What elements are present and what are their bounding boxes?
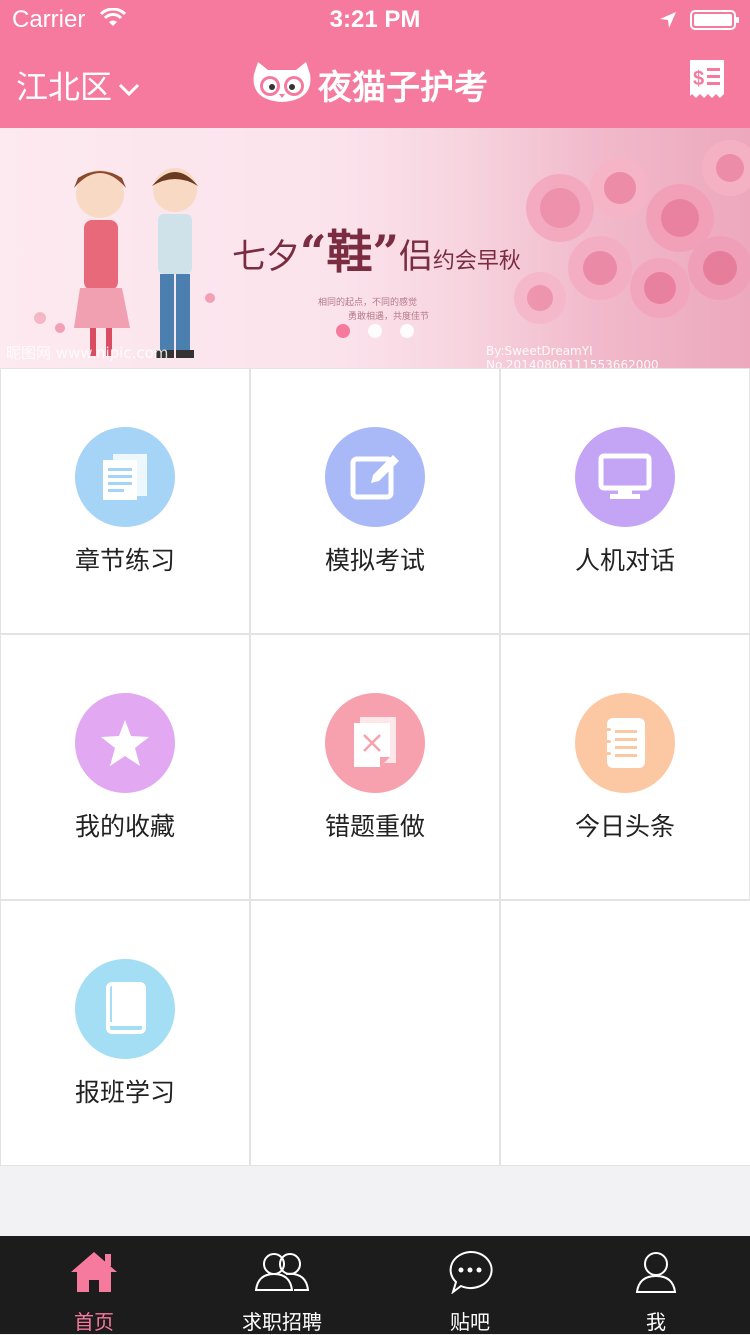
promo-banner[interactable]: 七夕“鞋”侣约会早秋 相同的起点，不同的感觉 勇敢相遇，共度佳节 昵图网 www…: [0, 128, 750, 368]
menu-headlines[interactable]: 今日头条: [501, 635, 749, 899]
bill-button[interactable]: $: [688, 58, 726, 104]
tab-label: 求职招聘: [242, 1310, 322, 1334]
tab-jobs[interactable]: 求职招聘: [188, 1236, 376, 1334]
headline-part-d: 约会早秋: [432, 249, 521, 274]
watermark-left: 昵图网 www.nipic.com: [6, 344, 169, 362]
menu-label: 错题重做: [324, 812, 425, 841]
chat-bubble-icon: [376, 1250, 564, 1294]
menu-class-enroll[interactable]: 报班学习: [1, 901, 249, 1165]
wrong-page-icon: [325, 693, 425, 793]
menu-label: 我的收藏: [74, 812, 175, 841]
person-icon: [562, 1250, 750, 1294]
carousel-dots: [336, 324, 414, 338]
headline-part-b: “鞋”: [300, 225, 399, 279]
caption-line-2: 勇敢相遇，共度佳节: [348, 312, 430, 322]
menu-favorites[interactable]: 我的收藏: [1, 635, 249, 899]
app-brand: 夜猫子护考: [250, 56, 488, 112]
tab-label: 首页: [74, 1310, 114, 1334]
people-icon: [188, 1250, 376, 1294]
caption-line-1: 相同的起点，不同的感觉: [318, 298, 418, 308]
menu-label: 模拟考试: [324, 546, 425, 575]
headline-part-c: 侣: [398, 237, 433, 277]
monitor-icon: [575, 427, 675, 527]
star-icon: [75, 693, 175, 793]
headline-part-a: 七夕: [232, 237, 300, 277]
nav-bar: 江北区 夜猫子护考 $: [0, 40, 750, 128]
menu-label: 报班学习: [74, 1078, 175, 1107]
battery-icon: [690, 10, 740, 34]
edit-icon: [325, 427, 425, 527]
feature-grid: 章节练习 模拟考试 人机对话 我的收藏 错题重做 今日头条 报班学习: [0, 368, 750, 1166]
menu-label: 人机对话: [574, 546, 675, 575]
empty-cell: [501, 901, 750, 1165]
menu-label: 章节练习: [74, 546, 175, 575]
banner-headline: 七夕“鞋”侣约会早秋: [232, 216, 521, 282]
chevron-down-icon: [118, 67, 140, 105]
menu-dialogue[interactable]: 人机对话: [501, 369, 749, 633]
status-time: 3:21 PM: [329, 6, 421, 33]
owl-logo-icon: [250, 60, 314, 108]
carousel-dot[interactable]: [336, 324, 350, 338]
app-title: 夜猫子护考: [318, 67, 488, 108]
menu-mock-exam[interactable]: 模拟考试: [251, 369, 499, 633]
bill-icon: $: [690, 60, 724, 98]
status-bar: Carrier 3:21 PM: [0, 0, 750, 40]
city-label: 江北区: [16, 68, 113, 106]
menu-redo-wrong[interactable]: 错题重做: [251, 635, 499, 899]
menu-chapter-practice[interactable]: 章节练习: [1, 369, 249, 633]
tab-bar: 首页 求职招聘 贴吧 我: [0, 1236, 750, 1334]
book-icon: [75, 959, 175, 1059]
home-icon: [0, 1250, 188, 1294]
document-icon: [75, 427, 175, 527]
svg-text:$: $: [693, 68, 704, 90]
city-selector[interactable]: 江北区: [16, 62, 140, 108]
location-arrow-icon: [658, 10, 678, 34]
tab-me[interactable]: 我: [562, 1236, 750, 1334]
tab-forum[interactable]: 贴吧: [376, 1236, 564, 1334]
watermark-right: By:SweetDreamYI No.20140806111553662000: [486, 344, 659, 368]
tab-label: 贴吧: [450, 1310, 490, 1334]
tab-label: 我: [646, 1310, 666, 1334]
tab-home[interactable]: 首页: [0, 1236, 188, 1334]
banner-caption: 相同的起点，不同的感觉 勇敢相遇，共度佳节: [318, 296, 429, 324]
menu-label: 今日头条: [574, 812, 675, 841]
carousel-dot[interactable]: [400, 324, 414, 338]
notebook-icon: [575, 693, 675, 793]
carousel-dot[interactable]: [368, 324, 382, 338]
empty-cell: [251, 901, 499, 1165]
